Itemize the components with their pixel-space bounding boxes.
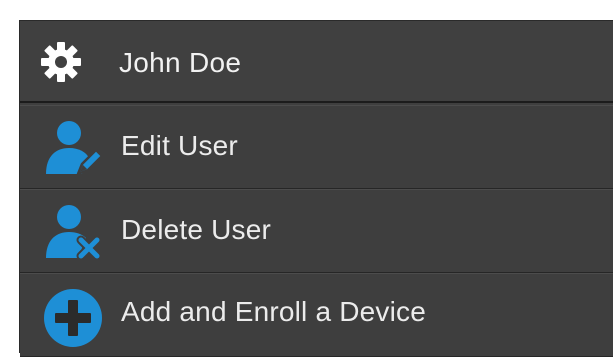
menu-item-delete-user[interactable]: Delete User bbox=[20, 189, 613, 273]
menu-item-label: Delete User bbox=[121, 214, 272, 245]
menu-item-add-device[interactable]: Add and Enroll a Device bbox=[20, 273, 613, 357]
user-context-menu: John Doe Edit User Delete User Add and E… bbox=[19, 20, 613, 357]
delete-user-icon bbox=[46, 205, 102, 261]
edit-user-icon bbox=[46, 121, 104, 176]
user-name-title: John Doe bbox=[119, 47, 242, 78]
add-device-icon bbox=[44, 289, 102, 347]
menu-header: John Doe bbox=[20, 21, 613, 103]
menu-item-edit-user[interactable]: Edit User bbox=[20, 105, 613, 189]
menu-item-label: Add and Enroll a Device bbox=[121, 296, 426, 327]
menu-item-label: Edit User bbox=[121, 130, 238, 161]
gear-icon[interactable] bbox=[40, 41, 82, 83]
